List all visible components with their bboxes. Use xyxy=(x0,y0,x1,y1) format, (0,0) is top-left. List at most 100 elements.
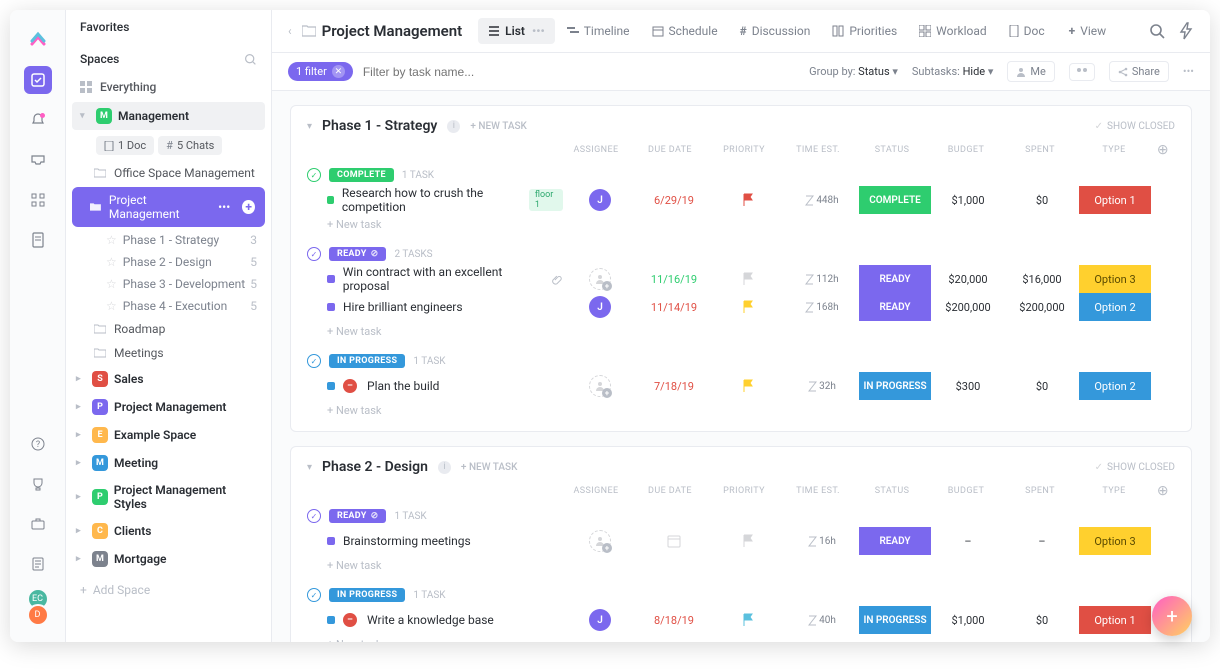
space-item[interactable]: ▸PProject Management xyxy=(66,393,271,421)
add-space[interactable]: +Add Space xyxy=(66,573,271,607)
status-circle-icon[interactable]: ✓ xyxy=(307,588,321,602)
folder-office-space[interactable]: Office Space Management xyxy=(66,161,271,185)
status-circle-icon[interactable]: ✓ xyxy=(307,168,321,182)
collapse-icon[interactable]: ▾ xyxy=(307,121,312,132)
view-tab-list[interactable]: List••• xyxy=(478,18,555,44)
space-item[interactable]: ▸MMeeting xyxy=(66,449,271,477)
sidebar-phase[interactable]: ☆Phase 4 - Execution5 xyxy=(66,295,271,317)
view-tab-schedule[interactable]: Schedule xyxy=(642,18,728,44)
add-icon[interactable]: + xyxy=(242,200,255,214)
new-task-link[interactable]: + New task xyxy=(307,214,1175,235)
sidebar-phase[interactable]: ☆Phase 2 - Design5 xyxy=(66,251,271,273)
priority-flag-icon[interactable] xyxy=(742,193,754,207)
task-row[interactable]: – Write a knowledge base J 8/18/19 40h I… xyxy=(307,606,1175,634)
type-pill[interactable]: Option 3 xyxy=(1079,265,1151,293)
groupby-control[interactable]: Group by: Status ▾ xyxy=(809,65,898,78)
spent-cell[interactable]: $0 xyxy=(1036,614,1048,627)
budget-cell[interactable]: $1,000 xyxy=(951,614,984,627)
search-icon[interactable] xyxy=(1148,22,1166,40)
time-estimate[interactable]: 40h xyxy=(808,615,836,626)
priority-flag-icon[interactable] xyxy=(742,534,754,548)
add-column-icon[interactable]: ⊕ xyxy=(1151,483,1175,499)
budget-cell[interactable]: $20,000 xyxy=(948,273,987,286)
add-column-icon[interactable]: ⊕ xyxy=(1151,142,1175,158)
info-icon[interactable]: i xyxy=(438,461,451,474)
sidebar-phase[interactable]: ☆Phase 1 - Strategy3 xyxy=(66,229,271,251)
spaces-header[interactable]: Spaces xyxy=(66,42,271,74)
status-badge[interactable]: READY ⊘ xyxy=(329,247,386,261)
inbox-icon[interactable] xyxy=(24,146,52,174)
view-tab-workload[interactable]: Workload xyxy=(909,18,997,44)
task-tag[interactable]: floor 1 xyxy=(529,189,563,211)
folder-roadmap[interactable]: Roadmap xyxy=(66,317,271,341)
show-closed-button[interactable]: ✓SHOW CLOSED xyxy=(1095,462,1175,473)
add-view-button[interactable]: +View xyxy=(1059,18,1117,44)
view-tab-priorities[interactable]: Priorities xyxy=(822,18,907,44)
task-name[interactable]: Write a knowledge base xyxy=(367,613,494,627)
priority-flag-icon[interactable] xyxy=(742,613,754,627)
status-pill[interactable]: READY xyxy=(859,293,931,321)
status-circle-icon[interactable]: ✓ xyxy=(307,247,321,261)
task-row[interactable]: Win contract with an excellent proposal … xyxy=(307,265,1175,293)
home-icon[interactable] xyxy=(24,66,52,94)
doc-chip[interactable]: 1 Doc xyxy=(96,136,154,155)
chats-chip[interactable]: #5 Chats xyxy=(158,136,222,155)
assignee-avatar[interactable]: J xyxy=(589,296,611,318)
budget-cell[interactable]: – xyxy=(964,535,971,548)
status-badge[interactable]: COMPLETE xyxy=(329,168,394,182)
apps-icon[interactable] xyxy=(24,186,52,214)
type-pill[interactable]: Option 2 xyxy=(1079,372,1151,400)
info-icon[interactable]: i xyxy=(447,120,460,133)
space-item[interactable]: ▸EExample Space xyxy=(66,421,271,449)
time-estimate[interactable]: 16h xyxy=(808,536,836,547)
status-badge[interactable]: IN PROGRESS xyxy=(329,588,405,602)
space-item[interactable]: ▸MMortgage xyxy=(66,545,271,573)
status-pill[interactable]: READY xyxy=(859,265,931,293)
task-name[interactable]: Hire brilliant engineers xyxy=(343,300,463,314)
status-badge[interactable]: IN PROGRESS xyxy=(329,354,405,368)
briefcase-icon[interactable] xyxy=(24,510,52,538)
new-task-button[interactable]: + NEW TASK xyxy=(461,462,517,473)
space-item[interactable]: ▸SSales xyxy=(66,365,271,393)
task-name[interactable]: Win contract with an excellent proposal xyxy=(343,265,545,293)
notepad-icon[interactable] xyxy=(24,550,52,578)
view-tab-doc[interactable]: Doc xyxy=(999,18,1055,44)
time-estimate[interactable]: 112h xyxy=(805,274,838,285)
budget-cell[interactable]: $300 xyxy=(956,380,981,393)
spent-cell[interactable]: $0 xyxy=(1036,194,1048,207)
priority-flag-icon[interactable] xyxy=(742,300,754,314)
time-estimate[interactable]: 32h xyxy=(808,381,836,392)
clear-filter-icon[interactable]: ✕ xyxy=(332,65,345,78)
space-management[interactable]: ▾ M Management xyxy=(72,102,265,130)
time-estimate[interactable]: 448h xyxy=(805,195,838,206)
docs-icon[interactable] xyxy=(24,226,52,254)
logo-icon[interactable] xyxy=(24,26,52,54)
status-circle-icon[interactable]: ✓ xyxy=(307,509,321,523)
spent-cell[interactable]: $200,000 xyxy=(1019,301,1064,314)
subtasks-control[interactable]: Subtasks: Hide ▾ xyxy=(912,65,994,78)
notifications-icon[interactable] xyxy=(24,106,52,134)
priority-flag-icon[interactable] xyxy=(742,379,754,393)
me-button[interactable]: Me xyxy=(1007,61,1054,82)
budget-cell[interactable]: $200,000 xyxy=(945,301,990,314)
task-name[interactable]: Brainstorming meetings xyxy=(343,534,471,548)
fab-new-task[interactable]: + xyxy=(1152,596,1192,636)
new-task-link[interactable]: + New task xyxy=(307,321,1175,342)
collapse-sidebar-icon[interactable]: ‹ xyxy=(288,24,292,38)
folder-project-management-active[interactable]: Project Management ••• + xyxy=(72,187,265,227)
share-button[interactable]: Share xyxy=(1109,61,1169,82)
task-row[interactable]: Hire brilliant engineers J 11/14/19 168h… xyxy=(307,293,1175,321)
budget-cell[interactable]: $1,000 xyxy=(951,194,984,207)
task-row[interactable]: Brainstorming meetings 16h READY – – Opt… xyxy=(307,527,1175,555)
spent-cell[interactable]: – xyxy=(1038,535,1045,548)
status-pill[interactable]: READY xyxy=(859,527,931,555)
new-task-link[interactable]: + New task xyxy=(307,634,1175,642)
status-pill[interactable]: COMPLETE xyxy=(859,186,931,214)
sidebar-phase[interactable]: ☆Phase 3 - Development5 xyxy=(66,273,271,295)
assignee-avatar[interactable]: J xyxy=(589,189,611,211)
assignee-empty[interactable] xyxy=(589,268,611,290)
assignee-empty[interactable] xyxy=(589,375,611,397)
status-badge[interactable]: READY ⊘ xyxy=(329,509,386,523)
filter-input[interactable] xyxy=(363,65,543,79)
type-pill[interactable]: Option 2 xyxy=(1079,293,1151,321)
